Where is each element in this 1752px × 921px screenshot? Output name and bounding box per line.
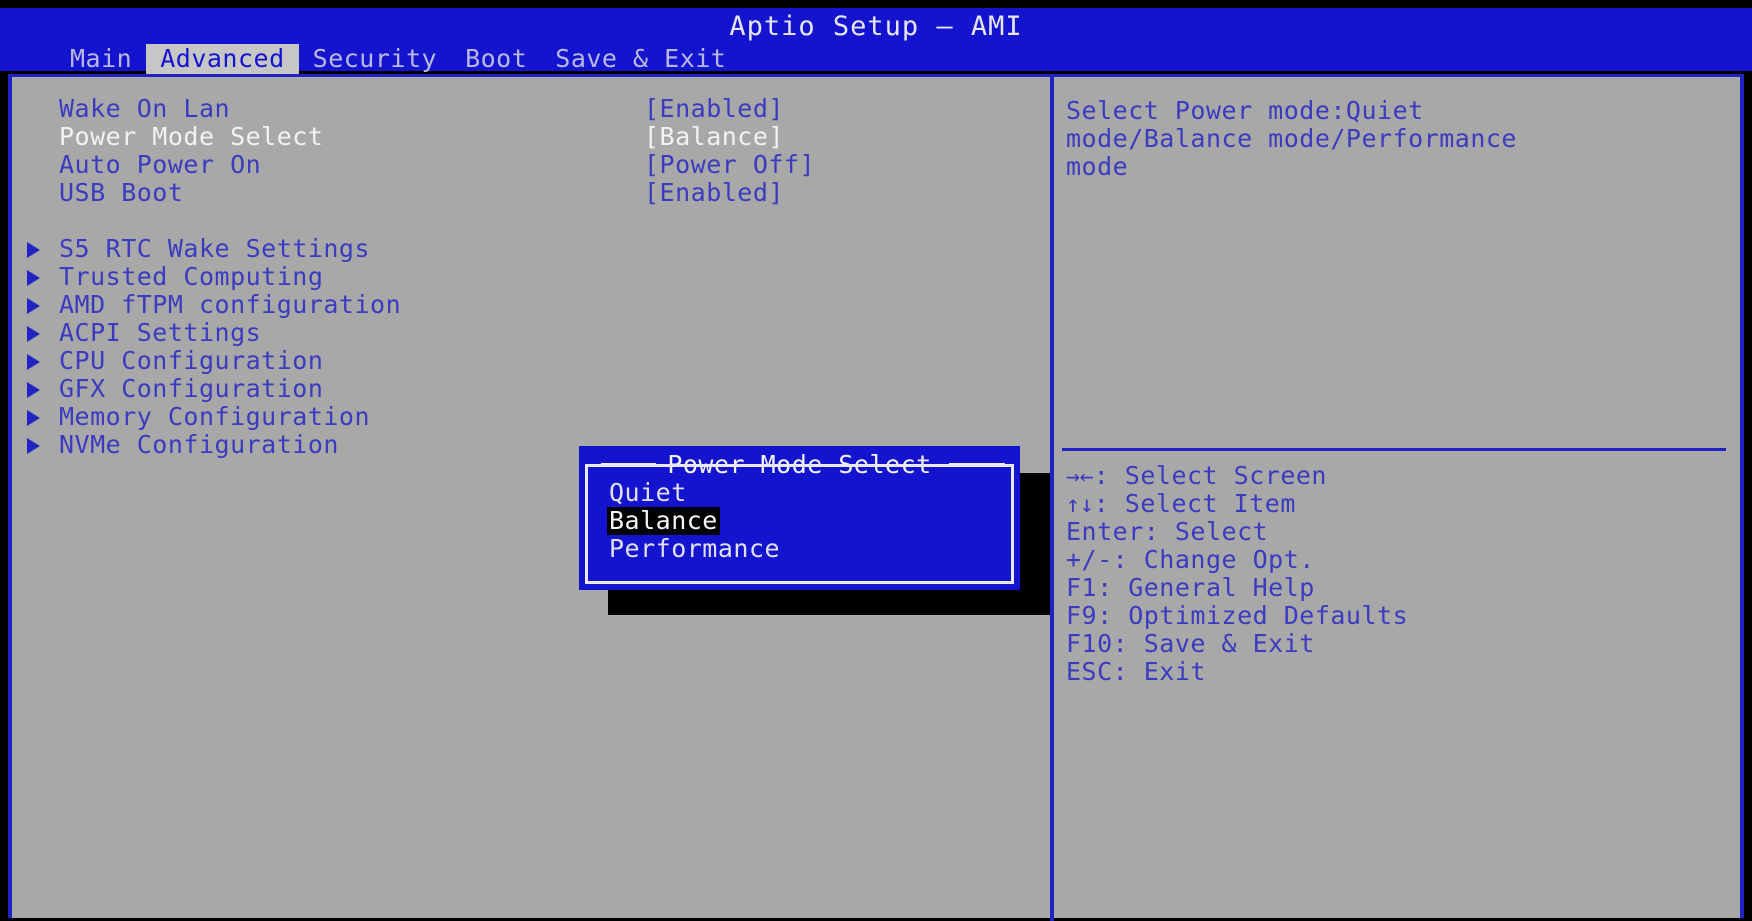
key-legend-line: F1: General Help bbox=[1066, 574, 1726, 602]
page-title: Aptio Setup – AMI bbox=[729, 11, 1023, 42]
setting-value[interactable]: [Enabled] bbox=[644, 95, 784, 123]
submenu-label: GFX Configuration bbox=[59, 374, 324, 403]
key-legend-text: F10: Save & Exit bbox=[1066, 629, 1315, 658]
triangle-right-icon bbox=[27, 326, 40, 342]
submenu-label: Memory Configuration bbox=[59, 402, 371, 431]
submenu-label: ACPI Settings bbox=[59, 318, 262, 347]
menu-tab-boot[interactable]: Boot bbox=[451, 44, 541, 74]
help-line: mode bbox=[1066, 152, 1129, 181]
help-line: Select Power mode:Quiet bbox=[1066, 96, 1424, 125]
content-frame: Wake On Lan [Enabled] Power Mode Select [Ba… bbox=[8, 74, 1744, 921]
key-legend-text: Enter: Select bbox=[1066, 517, 1269, 546]
setting-label: Power Mode Select bbox=[59, 122, 324, 151]
key-legend-line: →←: Select Screen bbox=[1066, 461, 1726, 491]
key-legend-line: F10: Save & Exit bbox=[1066, 630, 1726, 658]
key-legend-line: ESC: Exit bbox=[1066, 658, 1726, 686]
triangle-right-icon bbox=[27, 242, 40, 258]
submenu-label: Trusted Computing bbox=[59, 262, 324, 291]
submenu-label: AMD fTPM configuration bbox=[59, 290, 402, 319]
triangle-right-icon bbox=[27, 270, 40, 286]
setting-value[interactable]: [Power Off] bbox=[644, 151, 815, 179]
submenu-item[interactable]: ACPI Settings bbox=[12, 319, 1048, 347]
setting-row[interactable]: Auto Power On [Power Off] bbox=[12, 151, 1048, 179]
bios-setup-screen: Aptio Setup – AMI Main Advanced Security Bo… bbox=[0, 0, 1752, 921]
key-legend-line: Enter: Select bbox=[1066, 518, 1726, 546]
dialog-option[interactable]: Balance bbox=[607, 507, 720, 535]
submenu-label: S5 RTC Wake Settings bbox=[59, 234, 371, 263]
setting-row[interactable]: USB Boot [Enabled] bbox=[12, 179, 1048, 207]
setting-row[interactable]: Power Mode Select [Balance] bbox=[12, 123, 1048, 151]
triangle-right-icon bbox=[27, 382, 40, 398]
title-bar: Aptio Setup – AMI Main Advanced Security Bo… bbox=[0, 8, 1752, 74]
menu-bar: Main Advanced Security Boot Save & Exit bbox=[0, 44, 1752, 74]
help-line: mode/Balance mode/Performance bbox=[1066, 124, 1517, 153]
key-legend-line: +/-: Change Opt. bbox=[1066, 546, 1726, 574]
key-legend-text: ESC: Exit bbox=[1066, 657, 1206, 686]
triangle-right-icon bbox=[27, 354, 40, 370]
key-legend-text: : Select Screen bbox=[1093, 461, 1327, 490]
setting-label: USB Boot bbox=[59, 178, 184, 207]
triangle-right-icon bbox=[27, 410, 40, 426]
triangle-right-icon bbox=[27, 438, 40, 454]
triangle-right-icon bbox=[27, 298, 40, 314]
key-legend-line: F9: Optimized Defaults bbox=[1066, 602, 1726, 630]
submenu-item[interactable]: AMD fTPM configuration bbox=[12, 291, 1048, 319]
key-legend-text: +/-: Change Opt. bbox=[1066, 545, 1315, 574]
submenu-label: CPU Configuration bbox=[59, 346, 324, 375]
setting-label: Wake On Lan bbox=[59, 94, 231, 123]
key-legend-text: : Select Item bbox=[1093, 489, 1296, 518]
menu-tab-advanced[interactable]: Advanced bbox=[146, 44, 299, 74]
arrow-keys-icon: →← bbox=[1066, 464, 1094, 490]
submenu-item[interactable]: Memory Configuration bbox=[12, 403, 1048, 431]
submenu-item[interactable]: GFX Configuration bbox=[12, 375, 1048, 403]
setting-row[interactable]: Wake On Lan [Enabled] bbox=[12, 95, 1048, 123]
help-description: Select Power mode:Quiet mode/Balance mode… bbox=[1066, 97, 1726, 181]
setting-value[interactable]: [Balance] bbox=[644, 123, 784, 151]
menu-tab-security[interactable]: Security bbox=[299, 44, 451, 74]
submenu-label: NVMe Configuration bbox=[59, 430, 339, 459]
help-separator bbox=[1062, 448, 1726, 451]
power-mode-select-dialog[interactable]: Power Mode Select Quiet Balance Performanc… bbox=[579, 446, 1020, 590]
submenu-item[interactable]: S5 RTC Wake Settings bbox=[12, 235, 1048, 263]
arrow-keys-icon: ↑↓ bbox=[1066, 492, 1094, 518]
help-pane: Select Power mode:Quiet mode/Balance mode… bbox=[1054, 77, 1740, 921]
setting-value[interactable]: [Enabled] bbox=[644, 179, 784, 207]
dialog-option[interactable]: Quiet bbox=[607, 479, 689, 507]
key-legend-line: ↑↓: Select Item bbox=[1066, 489, 1726, 519]
menu-tab-main[interactable]: Main bbox=[56, 44, 146, 74]
dialog-option[interactable]: Performance bbox=[607, 535, 782, 563]
key-legend: →←: Select Screen ↑↓: Select Item Enter: S… bbox=[1066, 462, 1726, 686]
setting-label: Auto Power On bbox=[59, 150, 262, 179]
key-legend-text: F1: General Help bbox=[1066, 573, 1315, 602]
submenu-item[interactable]: CPU Configuration bbox=[12, 347, 1048, 375]
submenu-item[interactable]: Trusted Computing bbox=[12, 263, 1048, 291]
key-legend-text: F9: Optimized Defaults bbox=[1066, 601, 1409, 630]
menu-tab-save-exit[interactable]: Save & Exit bbox=[541, 44, 740, 74]
